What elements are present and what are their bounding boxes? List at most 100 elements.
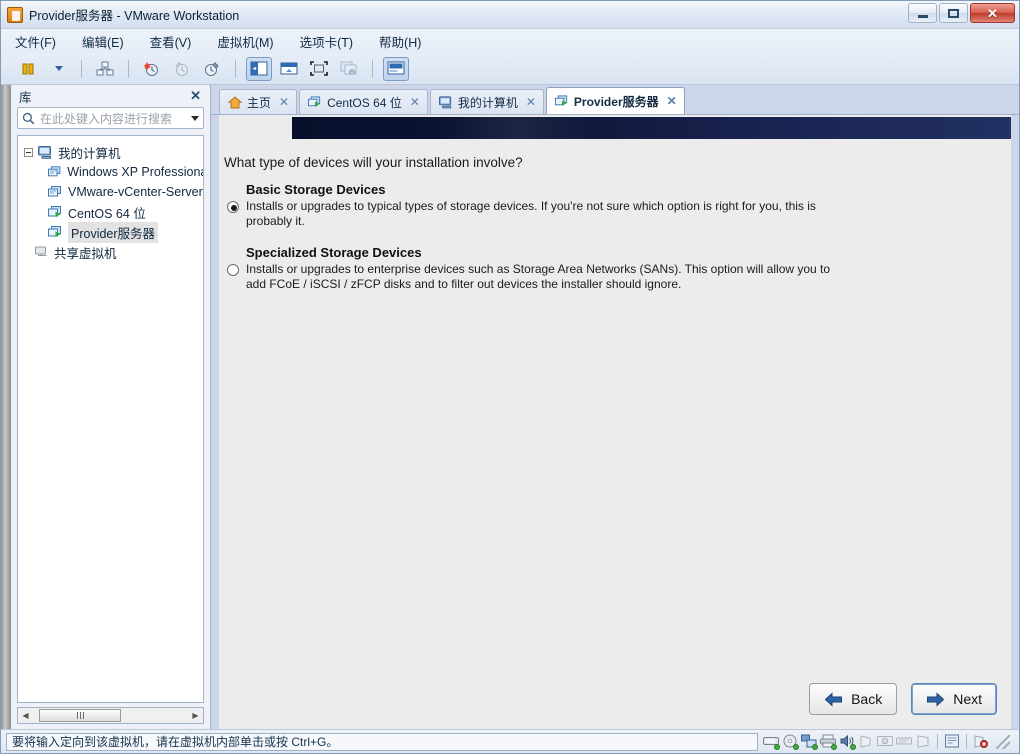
usb-icon[interactable] xyxy=(858,734,874,749)
menu-help[interactable]: 帮助(H) xyxy=(377,30,423,53)
pause-icon xyxy=(22,63,34,74)
tray-separator xyxy=(966,734,967,749)
option-title: Specialized Storage Devices xyxy=(246,245,422,260)
connected-dot xyxy=(774,744,780,750)
menu-file[interactable]: 文件(F) xyxy=(13,30,58,53)
close-icon: ✕ xyxy=(987,5,998,21)
tree-item-provider-server[interactable]: Provider服务器 xyxy=(22,221,203,243)
tab-close-icon[interactable]: ✕ xyxy=(410,95,420,109)
unity-mode-button[interactable] xyxy=(336,57,362,81)
status-message: 要将输入定向到该虚拟机，请在虚拟机内部单击或按 Ctrl+G。 xyxy=(6,732,758,751)
minimize-icon xyxy=(917,14,928,18)
chevron-down-icon[interactable] xyxy=(191,115,199,121)
storage-option-specialized[interactable]: Specialized Storage Devices Installs or … xyxy=(219,245,1011,292)
tree-root-my-computer[interactable]: 我的计算机 xyxy=(22,142,203,162)
arrow-right-icon xyxy=(927,691,945,707)
console-view-icon xyxy=(387,61,405,75)
display-icon[interactable] xyxy=(915,734,931,749)
title-bar: Provider服务器 - VMware Workstation ✕ xyxy=(1,1,1019,29)
tree-item-shared-vms[interactable]: 共享虚拟机 xyxy=(22,242,203,262)
vm-screen[interactable]: What type of devices will your installat… xyxy=(219,115,1011,729)
resize-grip[interactable] xyxy=(996,734,1010,749)
vmware-workstation-window: Provider服务器 - VMware Workstation ✕ 文件(F)… xyxy=(0,0,1020,754)
shared-vm-icon xyxy=(35,246,47,256)
tree-item-windows-xp[interactable]: Windows XP Professional xyxy=(22,162,203,182)
tree-item-label: CentOS 64 位 xyxy=(68,206,146,221)
chevron-down-icon xyxy=(55,66,63,71)
vmware-icon xyxy=(7,6,23,23)
snapshot-manager-button[interactable] xyxy=(92,57,118,81)
menu-vm[interactable]: 虚拟机(M) xyxy=(215,30,275,53)
tab-my-computer[interactable]: 我的计算机 ✕ xyxy=(429,89,544,114)
power-suspend-button[interactable] xyxy=(15,57,41,81)
alert-icon[interactable] xyxy=(973,734,989,749)
storage-option-basic[interactable]: Basic Storage Devices Installs or upgrad… xyxy=(219,182,1011,229)
menu-view[interactable]: 查看(V) xyxy=(148,30,194,53)
tab-close-icon[interactable]: ✕ xyxy=(279,95,289,109)
full-screen-button[interactable] xyxy=(306,57,332,81)
radio-basic-storage[interactable] xyxy=(227,201,239,213)
connected-dot xyxy=(793,744,799,750)
library-close-icon[interactable]: ✕ xyxy=(187,88,204,104)
power-dropdown-button[interactable] xyxy=(45,57,71,81)
vm-icon xyxy=(48,165,61,176)
tab-centos-64[interactable]: CentOS 64 位 ✕ xyxy=(299,89,428,114)
expander-icon[interactable] xyxy=(24,147,33,157)
tab-home[interactable]: 主页 ✕ xyxy=(219,89,298,114)
next-button[interactable]: Next xyxy=(911,683,997,715)
restore-button[interactable] xyxy=(939,3,968,23)
tab-close-icon[interactable]: ✕ xyxy=(526,95,536,109)
vm-running-icon xyxy=(308,95,321,107)
fullscreen-icon xyxy=(310,61,328,76)
close-button[interactable]: ✕ xyxy=(970,3,1015,23)
scroll-left-icon[interactable]: ◀ xyxy=(18,708,33,723)
tree-item-label: Provider服务器 xyxy=(68,221,159,243)
tab-close-icon[interactable]: ✕ xyxy=(667,94,677,108)
keyboard-icon[interactable] xyxy=(896,734,912,749)
radio-specialized-storage[interactable] xyxy=(227,264,239,276)
camera-icon[interactable] xyxy=(877,734,893,749)
tray-separator xyxy=(937,734,938,749)
scrollbar-track[interactable] xyxy=(33,708,188,723)
tab-provider-server[interactable]: Provider服务器 ✕ xyxy=(545,87,685,114)
console-edge-left xyxy=(211,115,219,729)
library-tree: 我的计算机 Windows XP Professional VMware-vCe… xyxy=(17,135,204,703)
tree-item-centos-64[interactable]: CentOS 64 位 xyxy=(22,202,203,222)
tree-item-vcenter-server[interactable]: VMware-vCenter-Server xyxy=(22,182,203,202)
tree-item-label: VMware-vCenter-Server xyxy=(68,185,203,199)
menu-bar: 文件(F) 编辑(E) 查看(V) 虚拟机(M) 选项卡(T) 帮助(H) xyxy=(1,29,1019,53)
tab-label: Provider服务器 xyxy=(573,94,659,109)
revert-snapshot-button[interactable] xyxy=(169,57,195,81)
cd-dvd-icon[interactable] xyxy=(782,734,799,750)
scroll-right-icon[interactable]: ▶ xyxy=(188,708,203,723)
sound-card-icon[interactable] xyxy=(839,734,856,750)
minimize-button[interactable] xyxy=(908,3,937,23)
console-edge-right xyxy=(1011,115,1019,729)
back-button[interactable]: Back xyxy=(809,683,898,715)
library-horizontal-scrollbar[interactable]: ◀ ▶ xyxy=(17,707,204,724)
unity-icon xyxy=(340,61,357,75)
search-box[interactable]: 在此处键入内容进行搜索 xyxy=(17,107,204,129)
search-input[interactable]: 在此处键入内容进行搜索 xyxy=(40,110,184,127)
manage-snapshots-button[interactable] xyxy=(199,57,225,81)
toolbar-separator xyxy=(128,59,129,78)
take-snapshot-button[interactable] xyxy=(139,57,165,81)
hard-disk-icon[interactable] xyxy=(763,734,780,750)
connected-dot xyxy=(812,744,818,750)
network-adapter-icon[interactable] xyxy=(801,734,818,750)
console-view-button[interactable] xyxy=(383,56,409,81)
window-title: Provider服务器 - VMware Workstation xyxy=(29,9,240,23)
menu-tabs[interactable]: 选项卡(T) xyxy=(298,30,355,53)
library-header: 库 ✕ xyxy=(11,85,210,107)
device-tray xyxy=(758,734,1017,750)
installer-question: What type of devices will your installat… xyxy=(224,155,523,170)
tree-item-label: Windows XP Professional xyxy=(67,165,203,179)
toolbar-separator xyxy=(372,59,373,78)
scrollbar-thumb[interactable] xyxy=(39,709,121,722)
thumbnail-bar-icon xyxy=(280,62,298,75)
menu-edit[interactable]: 编辑(E) xyxy=(80,30,126,53)
show-thumbnails-button[interactable] xyxy=(276,57,302,81)
show-library-button[interactable] xyxy=(246,56,272,81)
message-log-icon[interactable] xyxy=(944,734,960,749)
printer-icon[interactable] xyxy=(820,734,837,750)
